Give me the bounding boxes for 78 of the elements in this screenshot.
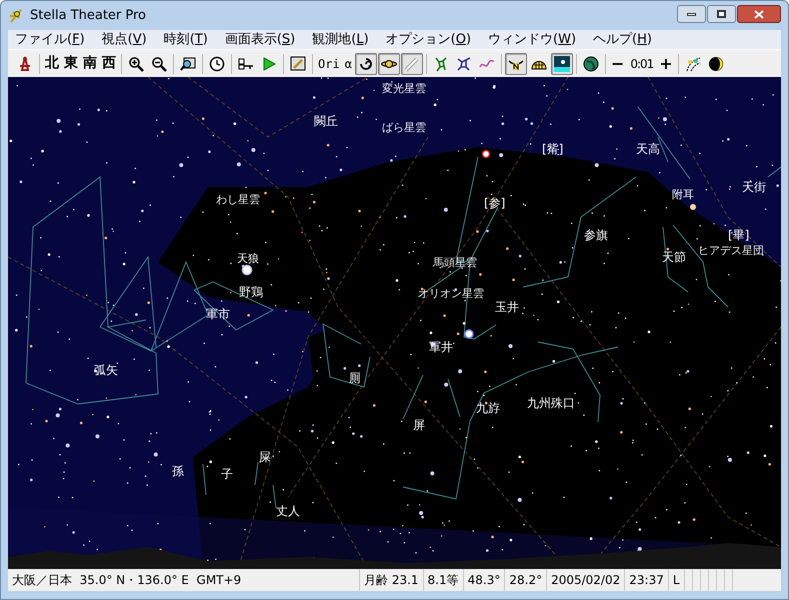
comet-button[interactable]	[400, 52, 423, 74]
menu-item[interactable]: 時刻(T)	[164, 33, 208, 46]
observer-icon	[17, 56, 33, 72]
horizon-button[interactable]	[504, 52, 527, 74]
object-label: ばら星雲	[382, 122, 426, 133]
constellation-label: [觜]	[542, 143, 564, 155]
sky-icon	[554, 56, 570, 72]
figure-icon	[432, 56, 449, 72]
constellation-label: 子	[221, 468, 233, 480]
menu-item[interactable]: ヘルプ(H)	[593, 33, 652, 46]
status-cell: L	[668, 569, 685, 591]
planet-button[interactable]	[378, 52, 400, 74]
constellation-label: 弧矢	[94, 364, 118, 376]
toolbar-text-button[interactable]: α	[342, 52, 354, 74]
constellation-label: 玉井	[495, 301, 519, 313]
menu-item[interactable]: 視点(V)	[102, 33, 147, 46]
toolbar-text-button[interactable]: +	[657, 52, 675, 74]
toolbar-text-button[interactable]: 西	[100, 52, 118, 74]
status-cell: 23:37	[625, 569, 669, 591]
constellation-label: 野鶏	[239, 286, 263, 298]
close-icon	[754, 10, 764, 18]
globe-icon	[582, 56, 599, 72]
toolbar-text-button[interactable]: Ori	[316, 52, 342, 74]
status-cell: 大阪／日本 35.0° N・136.0° E GMT+9	[8, 569, 360, 591]
window-title: Stella Theater Pro	[30, 6, 146, 25]
toolbar-text-button[interactable]: 南	[81, 52, 99, 74]
time-step-readout: 0:01	[629, 56, 654, 72]
zoom-in-icon	[128, 56, 144, 72]
constellation-label: [畢]	[728, 229, 750, 241]
star-label: 天狼	[237, 253, 259, 264]
sky-button[interactable]	[550, 52, 573, 74]
constellation-label: [参]	[484, 197, 506, 209]
menu-item[interactable]: 画面表示(S)	[224, 33, 296, 46]
constellation-label: 屎	[259, 451, 271, 463]
status-cell: 月齢 23.1	[360, 569, 424, 591]
constellation-label: 天高	[636, 143, 660, 155]
constellation-label: 参旗	[584, 229, 608, 241]
orbit-icon	[684, 56, 701, 72]
object-label: 変光星雲	[382, 83, 426, 94]
maximize-button[interactable]	[707, 5, 736, 23]
status-cell: 8.1等	[424, 569, 464, 591]
app-logo-icon	[8, 8, 24, 24]
comet-icon	[404, 56, 420, 72]
menu-item[interactable]: オプション(O)	[386, 33, 472, 46]
constellation-label: 厠	[349, 372, 361, 384]
menu-item[interactable]: ウィンドウ(W)	[488, 33, 576, 46]
moon-icon	[708, 56, 724, 72]
constellation-label: 闕丘	[314, 115, 338, 127]
clock-icon	[209, 56, 225, 72]
zoom-out-icon	[151, 56, 167, 72]
status-cell: 28.2°	[505, 569, 548, 591]
figure-icon	[456, 56, 472, 72]
toolbar-text-button[interactable]: −	[608, 52, 626, 74]
close-button[interactable]	[737, 5, 781, 23]
menu-item[interactable]: ファイル(F)	[15, 33, 85, 46]
object-label: ヒアデス星団	[698, 245, 764, 256]
status-cell: 48.3°	[464, 569, 506, 591]
constellation-label: 軍市	[206, 308, 230, 320]
key-icon	[238, 56, 254, 72]
spiral-galaxy-button[interactable]	[354, 52, 377, 74]
toolbar-text-button[interactable]: 東	[62, 52, 80, 74]
constellation-label: 九州殊口	[527, 397, 575, 409]
constellation-label: 天街	[742, 181, 766, 193]
star-label: 附耳	[672, 189, 694, 200]
constellation-label: 孫	[172, 465, 184, 477]
spiral-galaxy-icon	[358, 56, 374, 72]
constellation-label: 九斿	[476, 402, 500, 414]
status-cell: 2005/02/02	[547, 569, 626, 591]
magnifier-monitor-icon	[180, 56, 196, 72]
play-icon	[261, 56, 277, 72]
monitor-pen-icon	[290, 56, 306, 72]
constellation-label: 屏	[413, 419, 425, 431]
object-label: わし星雲	[216, 194, 260, 205]
menu-item[interactable]: 観測地(L)	[312, 33, 369, 46]
constellation-label: 丈人	[276, 505, 300, 517]
constellation-label: 軍井	[429, 341, 453, 353]
toolbar-text-button[interactable]: 北	[43, 52, 61, 74]
minimize-button[interactable]	[677, 5, 706, 23]
